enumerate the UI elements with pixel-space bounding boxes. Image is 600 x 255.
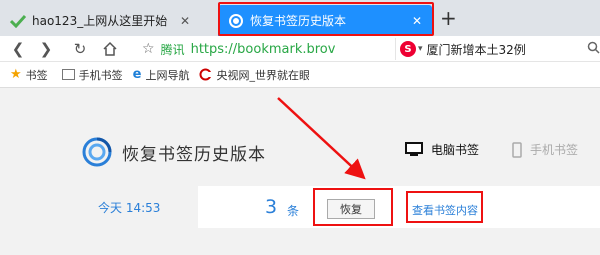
- hao123-icon: [10, 13, 26, 29]
- star-icon: ★: [10, 67, 22, 82]
- cctv-icon: [199, 68, 213, 81]
- bookmark-item-mobile[interactable]: 手机书签: [61, 67, 123, 83]
- search-box[interactable]: S ▾ 厦门新增本土32例: [395, 38, 600, 60]
- monitor-icon: [405, 142, 423, 157]
- highlight-box-tab: [218, 2, 434, 36]
- star-icon[interactable]: ☆: [142, 41, 155, 57]
- reload-icon[interactable]: ↻: [70, 39, 90, 59]
- search-suggestion[interactable]: 厦门新增本土32例: [427, 41, 583, 58]
- folder-icon: [61, 69, 75, 80]
- bookmark-logo-icon: [82, 137, 112, 167]
- tab-strip: hao123_上网从这里开始 ✕ 恢复书签历史版本 ✕ +: [0, 0, 600, 36]
- page-content: 恢复书签历史版本 电脑书签 手机书签 今天 14:53 3 条 恢复 查看书签内…: [0, 88, 600, 255]
- page-title: 恢复书签历史版本: [122, 145, 266, 165]
- highlight-box-restore: [313, 188, 393, 226]
- tab-label: 手机书签: [530, 143, 579, 157]
- close-icon[interactable]: ✕: [180, 14, 190, 28]
- url-text[interactable]: https://bookmark.brov: [191, 42, 336, 57]
- bookmark-label: 书签: [25, 68, 48, 82]
- ie-icon: e: [132, 67, 142, 82]
- tab-label: hao123_上网从这里开始: [32, 14, 168, 28]
- bookmark-count: 3: [265, 196, 278, 218]
- bookmarks-bar: ★ 书签 手机书签 e 上网导航 央视网_世界就在眼前: [0, 62, 600, 88]
- bookmark-item-navigation[interactable]: e 上网导航: [133, 67, 190, 83]
- tab-hao123[interactable]: hao123_上网从这里开始 ✕: [0, 5, 200, 36]
- phone-icon: [512, 141, 522, 158]
- backup-row: [198, 186, 600, 228]
- tab-mobile-bookmarks[interactable]: 手机书签: [512, 141, 578, 158]
- home-icon[interactable]: [100, 39, 120, 59]
- count-unit: 条: [287, 204, 300, 218]
- address-bar[interactable]: ☆ 腾讯 https://bookmark.brov: [142, 37, 385, 61]
- site-name: 腾讯: [160, 42, 185, 57]
- search-engine-icon[interactable]: S: [400, 41, 416, 57]
- tab-pc-bookmarks[interactable]: 电脑书签: [405, 141, 479, 158]
- bookmark-label: 上网导航: [145, 68, 190, 82]
- new-tab-button[interactable]: +: [440, 8, 457, 28]
- navigation-bar: ❮ ❯ ↻ ☆ 腾讯 https://bookmark.brov S ▾ 厦门新…: [0, 36, 600, 62]
- chevron-down-icon[interactable]: ▾: [418, 44, 423, 54]
- highlight-box-view: [406, 191, 483, 223]
- bookmark-label: 手机书签: [78, 68, 123, 82]
- tab-label: 电脑书签: [431, 143, 480, 157]
- backup-date: 今天 14:53: [98, 201, 161, 215]
- bookmark-item-cctv[interactable]: 央视网_世界就在眼前: [199, 67, 309, 83]
- back-icon[interactable]: ❮: [8, 39, 28, 59]
- search-icon[interactable]: [587, 41, 600, 58]
- bookmark-label: 央视网_世界就在眼前: [216, 68, 310, 82]
- forward-icon[interactable]: ❯: [36, 39, 56, 59]
- bookmark-item-bookmarks[interactable]: ★ 书签: [10, 67, 48, 83]
